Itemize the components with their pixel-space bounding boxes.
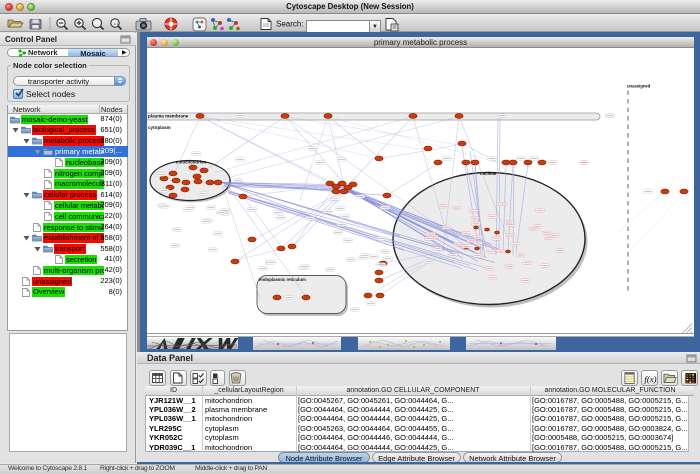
svg-text:plasma membrane: plasma membrane	[148, 113, 189, 118]
svg-text:endoplasmic reticulum: endoplasmic reticulum	[259, 277, 306, 282]
svg-text:1:1: 1:1	[113, 21, 119, 26]
svg-text:unassigned: unassigned	[627, 83, 651, 88]
svg-text:cytoplasm: cytoplasm	[148, 125, 171, 130]
svg-text:f(x): f(x)	[644, 374, 656, 384]
svg-text:Search:: Search:	[276, 20, 304, 29]
